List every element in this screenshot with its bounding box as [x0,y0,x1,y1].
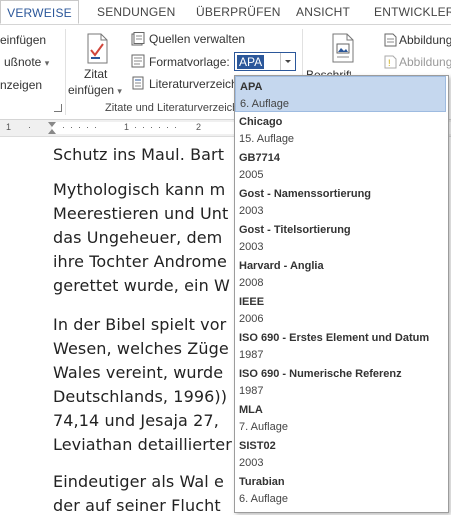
chevron-down-icon: ▾ [44,58,50,68]
option-name: Turabian [239,476,285,488]
formatvorlage-select[interactable]: APA [234,52,296,71]
chevron-down-icon[interactable] [280,53,295,70]
document-text-line: In der Bibel spielt vor [53,315,227,334]
option-name: MLA [239,404,263,416]
dropdown-option-iso690-erstes-element[interactable]: ISO 690 - Erstes Element und Datum 1987 [235,328,446,364]
option-edition: 2005 [239,169,264,181]
document-text-line: 74,14 und Jesaja 27, [53,411,219,430]
document-text-line: ihre Tochter Androme [53,252,227,271]
option-edition: 7. Auflage [239,421,288,433]
notizen-anzeigen-button[interactable]: nzeigen [0,78,42,92]
ribbon-tab-bar: VERWEISE SENDUNGEN ÜBERPRÜFEN ANSICHT EN… [0,0,451,25]
ruler-label: · [28,122,31,132]
tab-sendungen[interactable]: SENDUNGEN [97,0,175,24]
document-text-line: Meerestieren und Unt [53,204,229,223]
document-text-line: Mythologisch kann m [53,180,226,199]
dropdown-option-apa[interactable]: APA 6. Auflage [235,76,446,112]
group-separator [65,29,66,115]
group-launcher-icon[interactable] [54,104,62,112]
indent-marker-icon[interactable] [48,122,56,127]
abbildung-icon: ! [383,55,397,74]
document-text-line: Wesen, welches Züge [53,339,229,358]
option-edition: 2003 [239,457,264,469]
option-edition: 6. Auflage [240,98,289,110]
document-text-line: Eindeutiger als Wal e [53,472,224,491]
ruler-ticks: ····· [62,122,102,132]
formatvorlage-label: Formatvorlage: [149,55,230,69]
tab-ansicht[interactable]: ANSICHT [296,0,350,24]
document-text-line: Schutz ins Maul. Bart [53,145,225,164]
option-name: Chicago [239,116,283,128]
formatvorlage-value: APA [237,55,265,69]
abbildung-icon [383,33,397,52]
dropdown-option-turabian[interactable]: Turabian 6. Auflage [235,472,446,508]
svg-text:!: ! [388,58,391,68]
option-edition: 2008 [239,277,264,289]
option-edition: 2006 [239,313,264,325]
option-edition: 1987 [239,385,264,397]
abbildungsverzeichnis-einfuegen-button[interactable]: Abbildung [399,33,451,47]
document-text-line: Wales vereint, wurde [53,363,224,382]
literaturverzeichnis-button[interactable]: Literaturverzeichnis [149,77,234,91]
option-name: GB7714 [239,152,280,164]
document-text-line: Deutschlands, 1996)) [53,387,228,406]
ruler-ticks: ······ [134,122,182,132]
zitat-einfuegen-label: einfügen [68,83,115,97]
dropdown-option-ieee[interactable]: IEEE 2006 [235,292,446,328]
zitat-einfuegen-icon[interactable] [84,33,110,70]
fussnote-einfuegen-button[interactable]: einfügen [0,33,46,47]
dropdown-option-sist02[interactable]: SIST02 2003 [235,436,446,472]
option-edition: 1987 [239,349,264,361]
tab-ueberpruefen[interactable]: ÜBERPRÜFEN [196,0,281,24]
option-edition: 2003 [239,241,264,253]
literaturverzeichnis-icon [131,76,145,95]
formatvorlage-icon [131,54,145,73]
document-text-line: gerettet wurde, ein W [53,276,230,295]
option-edition: 6. Auflage [239,493,288,505]
naechste-fussnote-label: ußnote [4,55,42,69]
indent-marker-icon[interactable] [48,129,56,134]
zitat-einfuegen-button[interactable]: einfügen ▾ [68,83,122,97]
chevron-down-icon: ▾ [117,86,122,96]
option-name: IEEE [239,296,265,308]
ruler-label: 2 [196,122,202,132]
option-name: ISO 690 - Numerische Referenz [239,368,402,380]
citation-style-dropdown: APA 6. Auflage Chicago 15. Auflage GB771… [234,75,449,513]
dropdown-option-harvard-anglia[interactable]: Harvard - Anglia 2008 [235,256,446,292]
option-name: SIST02 [239,440,276,452]
abbildungsverzeichnis-aktualisieren-button[interactable]: Abbildung [399,55,451,69]
option-edition: 15. Auflage [239,133,295,145]
tab-entwicklertools[interactable]: ENTWICKLERT [374,0,451,24]
ruler-label: 1 [124,122,130,132]
dropdown-option-gb7714[interactable]: GB7714 2005 [235,148,446,184]
option-name: ISO 690 - Erstes Element und Datum [239,332,430,344]
option-name: Gost - Namenssortierung [239,188,372,200]
ruler-label: 1 [6,122,12,132]
dropdown-option-chicago[interactable]: Chicago 15. Auflage [235,112,446,148]
beschriftung-icon[interactable] [331,33,355,68]
dropdown-option-gost-namenssortierung[interactable]: Gost - Namenssortierung 2003 [235,184,446,220]
quellen-verwalten-button[interactable]: Quellen verwalten [149,32,245,46]
dropdown-option-mla[interactable]: MLA 7. Auflage [235,400,446,436]
document-text-line: der auf seiner Flucht [53,496,221,515]
dropdown-option-gost-titelsortierung[interactable]: Gost - Titelsortierung 2003 [235,220,446,256]
tab-verweise[interactable]: VERWEISE [0,0,79,24]
dropdown-option-iso690-numerische-referenz[interactable]: ISO 690 - Numerische Referenz 1987 [235,364,446,400]
zitat-label: Zitat [84,67,108,81]
quellen-verwalten-icon[interactable] [131,32,145,51]
naechste-fussnote-button[interactable]: ußnote ▾ [4,55,49,69]
document-text-line: das Ungeheuer, dem [53,228,223,247]
group-label-zitate: Zitate und Literaturverzeichnis [105,102,234,114]
option-name: Gost - Titelsortierung [239,224,351,236]
document-text-line: Leviathan detaillierter [53,435,232,454]
option-name: APA [240,81,263,93]
option-edition: 2003 [239,205,264,217]
option-name: Harvard - Anglia [239,260,324,272]
